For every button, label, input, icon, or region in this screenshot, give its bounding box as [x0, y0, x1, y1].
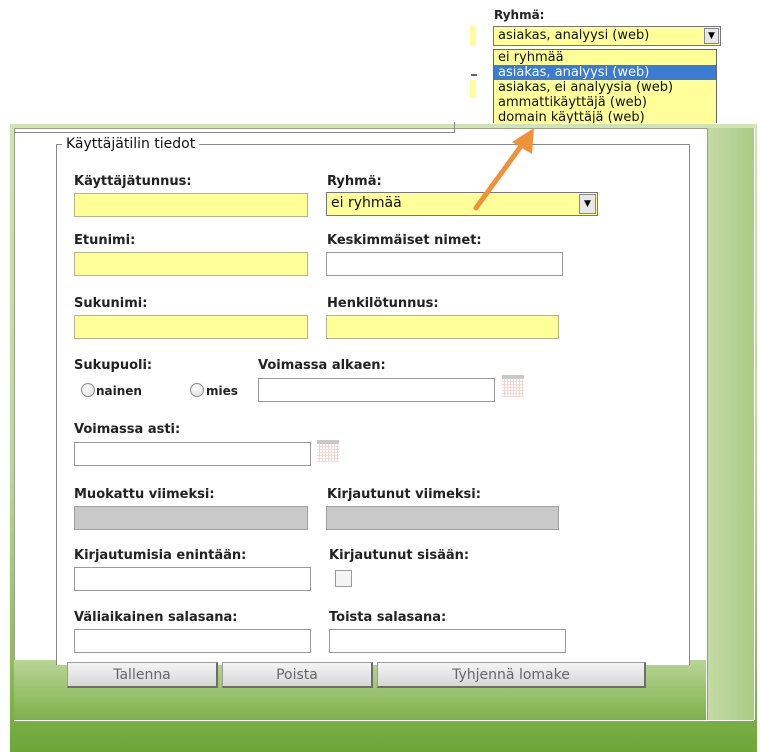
gender-female-radio[interactable]	[81, 383, 95, 397]
gender-female-label: nainen	[96, 384, 142, 398]
frame-right-panel	[706, 128, 755, 720]
callout-arrow-icon	[473, 128, 534, 211]
frame-top-line	[454, 122, 455, 133]
ssn-input[interactable]	[326, 315, 559, 339]
required-marker	[470, 80, 476, 98]
valid-from-input[interactable]	[258, 378, 495, 402]
username-input[interactable]	[74, 193, 308, 217]
dropdown-option[interactable]: asiakas, ei analyysia (web)	[494, 80, 716, 95]
frame-top-line	[14, 132, 454, 133]
gender-label: Sukupuoli:	[74, 358, 153, 373]
group-select-top[interactable]: asiakas, analyysi (web) ▼	[493, 26, 721, 46]
gender-male-label: mies	[206, 384, 238, 398]
save-button[interactable]: Tallenna	[67, 662, 218, 688]
gender-male-radio[interactable]	[190, 383, 204, 397]
temp-password-label: Väliaikainen salasana:	[74, 610, 238, 625]
modified-label: Muokattu viimeksi:	[74, 487, 215, 502]
calendar-icon[interactable]	[317, 440, 339, 462]
clear-form-button[interactable]: Tyhjennä lomake	[377, 662, 646, 688]
group-select-value: ei ryhmää	[331, 195, 402, 211]
delete-button[interactable]: Poista	[222, 662, 373, 688]
temp-password-input[interactable]	[74, 629, 311, 653]
firstname-label: Etunimi:	[74, 233, 136, 248]
ssn-label: Henkilötunnus:	[327, 296, 439, 311]
max-logins-input[interactable]	[74, 567, 311, 591]
callout-arrow-shaft	[473, 139, 527, 211]
logged-in-checkbox[interactable]	[335, 570, 352, 587]
lastname-input[interactable]	[74, 315, 308, 339]
fieldset-legend: Käyttäjätilin tiedot	[62, 136, 200, 152]
chevron-down-icon[interactable]: ▼	[579, 194, 596, 214]
required-marker	[470, 26, 476, 46]
valid-to-input[interactable]	[74, 442, 311, 466]
calendar-icon[interactable]	[502, 375, 524, 397]
middlenames-label: Keskimmäiset nimet:	[327, 233, 482, 248]
repeat-password-label: Toista salasana:	[329, 610, 447, 625]
middlenames-input[interactable]	[326, 252, 563, 276]
last-login-field	[326, 506, 559, 530]
last-login-label: Kirjautunut viimeksi:	[327, 487, 481, 502]
field-fragment	[471, 74, 477, 76]
firstname-input[interactable]	[74, 252, 308, 276]
group-label-top: Ryhmä:	[494, 8, 545, 22]
chevron-down-icon[interactable]: ▼	[704, 28, 719, 44]
group-select-top-value: asiakas, analyysi (web)	[498, 28, 650, 43]
frame-divider	[754, 128, 755, 720]
dropdown-option[interactable]: ammattikäyttäjä (web)	[494, 95, 716, 110]
dropdown-option-selected[interactable]: asiakas, analyysi (web)	[494, 65, 716, 80]
logged-in-label: Kirjautunut sisään:	[329, 548, 470, 563]
username-label: Käyttäjätunnus:	[74, 174, 192, 189]
lastname-label: Sukunimi:	[74, 296, 148, 311]
repeat-password-input[interactable]	[329, 629, 566, 653]
group-label: Ryhmä:	[327, 174, 382, 189]
max-logins-label: Kirjautumisia enintään:	[74, 548, 247, 563]
valid-from-label: Voimassa alkaen:	[258, 358, 386, 373]
group-dropdown-list[interactable]: ei ryhmää asiakas, analyysi (web) asiaka…	[493, 49, 717, 123]
modified-field	[74, 506, 308, 530]
valid-to-label: Voimassa asti:	[74, 422, 181, 437]
dropdown-option[interactable]: ei ryhmää	[494, 50, 716, 65]
frame-divider	[14, 720, 754, 721]
